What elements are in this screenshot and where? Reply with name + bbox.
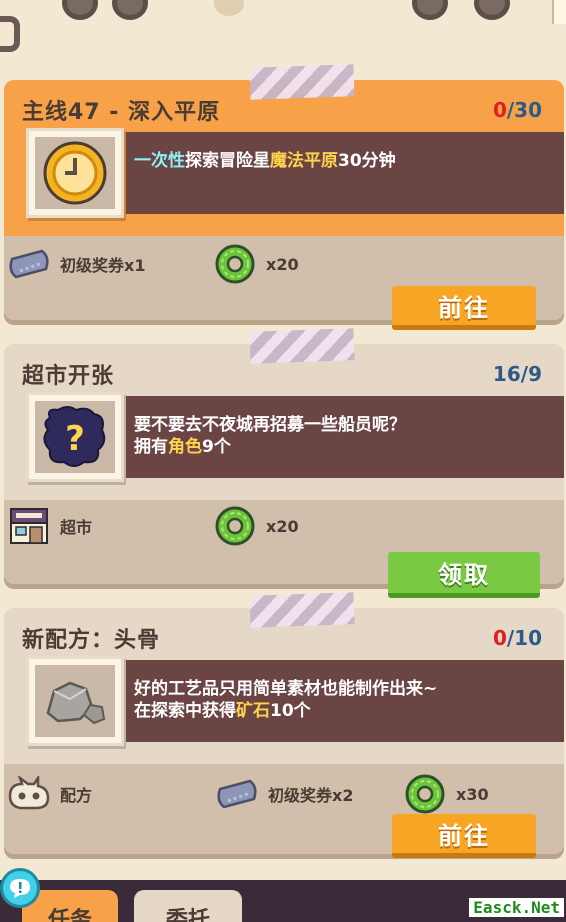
reward-item: x20: [212, 244, 299, 284]
description-line: 拥有角色9个: [134, 437, 231, 457]
reward-item: 初级奖券x1: [6, 244, 145, 284]
tab-commissions[interactable]: 委托: [134, 890, 242, 922]
green-donut-coin-icon: [215, 506, 255, 546]
quest-card-skull-recipe: 新配方：头骨 0/10 好的工艺品只用简单素材也能制作出来~ 在探索中获得矿石1…: [4, 592, 564, 858]
green-donut-coin-icon: [405, 774, 445, 814]
ticket-icon: [9, 249, 49, 279]
quest-title: 超市开张: [22, 364, 115, 389]
watermark: Easck.Net: [469, 898, 564, 917]
chat-button[interactable]: [0, 868, 40, 908]
stud-icon: [112, 0, 148, 20]
reward-item: 超市: [6, 506, 92, 546]
description-line: 好的工艺品只用简单素材也能制作出来~: [134, 679, 438, 699]
claim-button[interactable]: 领取: [388, 552, 540, 598]
green-donut-coin-icon: [215, 244, 255, 284]
svg-text:?: ?: [65, 419, 85, 459]
quest-title: 新配方：头骨: [22, 628, 161, 653]
quest-description: 要不要去不夜城再招募一些船员呢？ 拥有角色9个: [126, 396, 564, 478]
quest-description: 一次性探索冒险星魔法平原30分钟: [126, 132, 564, 214]
go-button[interactable]: 前往: [392, 814, 536, 858]
quest-progress: 16/9: [492, 362, 542, 386]
stud-icon: [412, 0, 448, 20]
quest-progress: 0/10: [492, 626, 542, 650]
quest-progress: 0/30: [492, 98, 542, 122]
quest-card-main-47: 主线47 - 深入平原 0/30 一次性探索冒险星魔法平原30分钟 初级奖券x1: [4, 64, 564, 330]
stud-icon: [62, 0, 98, 20]
quest-icon-frame: ?: [26, 392, 124, 482]
reward-item: 初级奖券x2: [214, 774, 353, 814]
supermarket-icon: [10, 508, 48, 544]
top-decoration: [0, 0, 566, 52]
quest-icon-frame: [26, 128, 124, 218]
mystery-question-icon: ?: [43, 406, 106, 467]
description-line: 要不要去不夜城再招募一些船员呢？: [134, 415, 406, 435]
chat-bubble-icon: [10, 879, 30, 898]
ore-rock-icon: [46, 681, 106, 725]
ticket-icon: [217, 779, 257, 809]
skull-recipe-icon: [8, 776, 50, 810]
go-button[interactable]: 前往: [392, 286, 536, 330]
tape-decoration: [249, 64, 355, 100]
dot-icon: [214, 0, 244, 16]
reward-item: x20: [212, 506, 299, 546]
scroll-indicator: [552, 0, 566, 24]
clock-coin-icon: [43, 141, 107, 205]
reward-item: x30: [402, 774, 489, 814]
quest-title: 主线47 - 深入平原: [22, 100, 221, 125]
reward-item: 配方: [6, 774, 92, 814]
tape-decoration: [249, 592, 355, 628]
description-line: 在探索中获得矿石10个: [134, 701, 311, 721]
stud-icon: [474, 0, 510, 20]
quest-card-supermarket: 超市开张 16/9 ? 要不要去不夜城再招募一些船员呢？ 拥有角色9个 超市 x…: [4, 328, 564, 598]
quest-description: 好的工艺品只用简单素材也能制作出来~ 在探索中获得矿石10个: [126, 660, 564, 742]
back-tab-icon[interactable]: [0, 16, 20, 52]
tape-decoration: [249, 328, 355, 364]
quest-icon-frame: [26, 656, 124, 746]
